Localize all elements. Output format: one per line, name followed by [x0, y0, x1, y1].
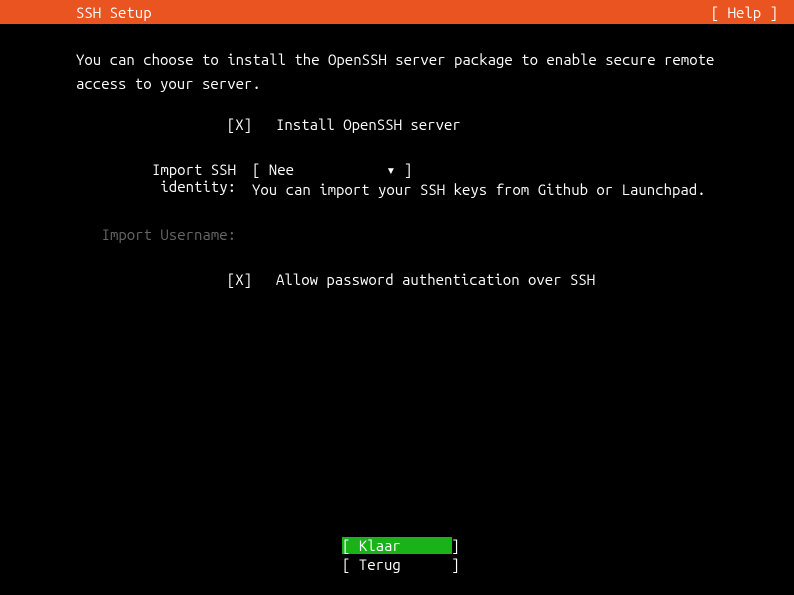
help-button[interactable]: [ Help ]: [711, 4, 778, 21]
back-button[interactable]: [ Terug ]: [342, 556, 452, 573]
import-identity-hint: You can import your SSH keys from Github…: [252, 181, 718, 198]
install-openssh-label: Install OpenSSH server: [276, 116, 461, 133]
allow-password-label: Allow password authentication over SSH: [276, 271, 595, 288]
install-openssh-checkbox[interactable]: [X]: [227, 116, 252, 133]
done-button[interactable]: [ Klaar ]: [342, 537, 452, 554]
import-username-label: Import Username:: [102, 226, 236, 243]
import-identity-select[interactable]: [ Nee ▾ ]: [252, 161, 412, 178]
footer-buttons: [ Klaar ] [ Terug ]: [0, 537, 794, 573]
page-title: SSH Setup: [76, 4, 152, 21]
import-identity-label: Import SSH identity:: [152, 161, 236, 195]
import-identity-section: Import SSH identity: [ Nee ▾ ] You can i…: [76, 161, 718, 198]
description-text: You can choose to install the OpenSSH se…: [76, 48, 718, 96]
install-openssh-section: [X] Install OpenSSH server: [76, 116, 718, 133]
main-content: You can choose to install the OpenSSH se…: [0, 24, 794, 288]
allow-password-section: [X] Allow password authentication over S…: [76, 271, 718, 288]
header-bar: SSH Setup [ Help ]: [0, 0, 794, 24]
allow-password-checkbox[interactable]: [X]: [227, 271, 252, 288]
import-username-section: Import Username:: [76, 226, 718, 243]
